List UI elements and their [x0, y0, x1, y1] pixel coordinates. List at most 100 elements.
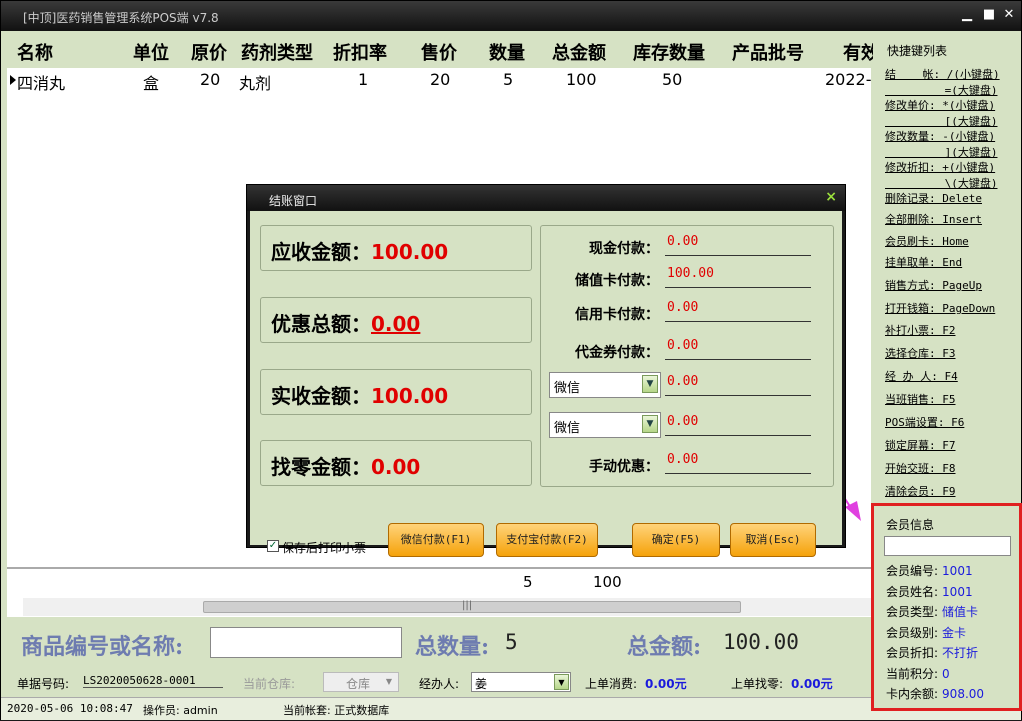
chevron-down-icon: ▼	[554, 674, 569, 690]
cell-unit[interactable]: 盒	[143, 70, 159, 94]
receivable-box: 应收金额：100.00	[260, 225, 532, 271]
member-info-panel: 会员信息 会员编号: 1001 会员姓名: 1001 会员类型: 储值卡 会员级别: 金卡 会员…	[871, 503, 1022, 711]
status-datetime: 2020-05-06 10:08:47	[7, 702, 133, 715]
col-batch[interactable]: 产品批号	[732, 39, 804, 65]
warehouse-select[interactable]: 仓库 ▼	[323, 672, 399, 692]
discount-box: 优惠总额：0.00	[260, 297, 532, 343]
member-field: 会员类型: 储值卡	[886, 603, 978, 620]
close-icon[interactable]: ✕	[1001, 7, 1017, 23]
col-orig-price[interactable]: 原价	[191, 39, 227, 65]
cell-stock[interactable]: 50	[662, 70, 682, 89]
col-total[interactable]: 总金额	[552, 39, 606, 65]
chevron-down-icon: ▼	[642, 415, 658, 433]
bill-number: LS2020050628-0001	[83, 674, 223, 688]
change-value: 0.00	[371, 455, 421, 479]
horizontal-scrollbar[interactable]: |||	[23, 598, 871, 616]
member-field: 会员姓名: 1001	[886, 583, 973, 600]
actual-box: 实收金额：100.00	[260, 369, 532, 415]
shortcut-item: =(大键盘)	[885, 84, 998, 97]
shortcut-item: 结 帐: /(小键盘)	[885, 68, 1000, 81]
member-field-label: 会员姓名:	[886, 584, 939, 599]
col-name[interactable]: 名称	[17, 39, 53, 65]
shortcut-item: 会员刷卡: Home	[885, 235, 969, 248]
maximize-icon[interactable]: ■	[981, 7, 997, 23]
col-discount[interactable]: 折扣率	[333, 39, 387, 65]
shortcut-item: \(大键盘)	[885, 177, 998, 190]
member-field-value: 1001	[942, 584, 973, 599]
shortcut-item: 锁定屏幕: F7	[885, 439, 956, 452]
bill-label: 单据号码:	[17, 677, 70, 691]
col-dosage-type[interactable]: 药剂类型	[241, 39, 313, 65]
cell-total[interactable]: 100	[566, 70, 597, 89]
last-change: 0.00元	[791, 677, 833, 691]
dialog-title: 结账窗口	[269, 194, 318, 208]
window-title: [中顶]医药销售管理系统POS端 v7.8	[23, 11, 219, 25]
minimize-icon[interactable]: ▁	[959, 7, 975, 23]
cell-name[interactable]: 四消丸	[17, 70, 65, 94]
shortcut-item: 开始交班: F8	[885, 462, 956, 475]
shortcut-item: 打开钱箱: PageDown	[885, 302, 996, 315]
shortcut-item: 修改折扣: +(小键盘)	[885, 161, 996, 174]
cell-orig-price[interactable]: 20	[200, 70, 220, 89]
col-qty[interactable]: 数量	[489, 39, 525, 65]
cell-qty[interactable]: 5	[503, 70, 513, 89]
shortcut-item: 当班销售: F5	[885, 393, 956, 406]
code-input[interactable]	[210, 627, 402, 658]
credit-input[interactable]: 0.00	[665, 300, 811, 322]
member-card-input[interactable]	[884, 536, 1011, 556]
wechat-pay-button[interactable]: 微信付款(F1)	[388, 523, 484, 557]
member-field-label: 会员折扣:	[886, 646, 939, 660]
scrollbar-thumb[interactable]: |||	[203, 600, 741, 613]
member-field-label: 会员级别:	[886, 625, 939, 640]
grid-header: 名称 单位 原价 药剂类型 折扣率 售价 数量 总金额 库存数量 产品批号 有效	[7, 32, 879, 68]
shortcut-item: POS端设置: F6	[885, 416, 965, 429]
print-receipt-label: 保存后打印小票	[282, 541, 367, 555]
cell-discount[interactable]: 1	[358, 70, 368, 89]
cash-input[interactable]: 0.00	[665, 234, 811, 256]
voucher-input[interactable]: 0.00	[665, 338, 811, 360]
col-price[interactable]: 售价	[421, 39, 457, 65]
pay-method-2-input[interactable]: 0.00	[665, 414, 811, 436]
confirm-button[interactable]: 确定(F5)	[632, 523, 720, 557]
shortcut-item: 清除会员: F9	[885, 485, 956, 498]
shortcut-item: 挂单取单: End	[885, 256, 963, 269]
cell-dosage-type[interactable]: 丸剂	[239, 70, 271, 94]
pay-method-select-2[interactable]: 微信 ▼	[549, 412, 661, 438]
manual-discount-input[interactable]: 0.00	[665, 452, 811, 474]
cell-price[interactable]: 20	[430, 70, 450, 89]
member-field-value: 不打折	[942, 646, 979, 660]
status-bar: 2020-05-06 10:08:47 操作员: admin 当前帐套: 正式数…	[1, 697, 1021, 720]
handler-select[interactable]: 姜 ▼	[471, 672, 571, 692]
shortcut-item: 修改单价: *(小键盘)	[885, 99, 996, 112]
dialog-close-icon[interactable]: ×	[825, 189, 837, 205]
total-qty: 5	[505, 630, 518, 654]
checkout-dialog: 结账窗口 × 应收金额：100.00 优惠总额：0.00 实收金额：100.00…	[246, 184, 846, 557]
shortcut-title: 快捷键列表	[887, 44, 948, 58]
member-field: 当前积分: 0	[886, 665, 950, 682]
col-unit[interactable]: 单位	[133, 39, 169, 65]
member-field: 卡内余额: 908.00	[886, 685, 984, 702]
cell-expiry[interactable]: 2022-	[825, 70, 872, 89]
pay-method-select-1[interactable]: 微信 ▼	[549, 372, 661, 398]
receivable-label: 应收金额：100.00	[271, 240, 449, 264]
dialog-title-bar: 结账窗口 ×	[247, 185, 845, 211]
stored-input[interactable]: 100.00	[665, 266, 811, 288]
col-stock[interactable]: 库存数量	[633, 39, 705, 65]
cancel-button[interactable]: 取消(Esc)	[730, 523, 816, 557]
print-receipt-checkbox[interactable]: ✓	[267, 540, 279, 552]
receivable-value: 100.00	[371, 240, 449, 264]
alipay-button[interactable]: 支付宝付款(F2)	[496, 523, 598, 557]
change-label: 找零金额：0.00	[271, 455, 421, 479]
handler-label: 经办人:	[419, 677, 460, 691]
pay-method-1-input[interactable]: 0.00	[665, 374, 811, 396]
manual-discount-label: 手动优惠：	[589, 459, 659, 475]
grid-summary-row: 5 100	[7, 567, 871, 597]
grip-icon: |||	[462, 600, 473, 611]
shortcut-panel: 快捷键列表 结 帐: /(小键盘) =(大键盘) 修改单价: *(小键盘) [(大…	[873, 32, 1021, 502]
sum-amount: 100	[593, 573, 622, 591]
dialog-body: 应收金额：100.00 优惠总额：0.00 实收金额：100.00 找零金额：0…	[250, 211, 842, 557]
member-field-value: 储值卡	[942, 605, 979, 619]
warehouse-label: 当前仓库:	[243, 677, 296, 691]
member-field: 会员级别: 金卡	[886, 624, 966, 641]
shortcut-item: 删除记录: Delete	[885, 192, 982, 205]
